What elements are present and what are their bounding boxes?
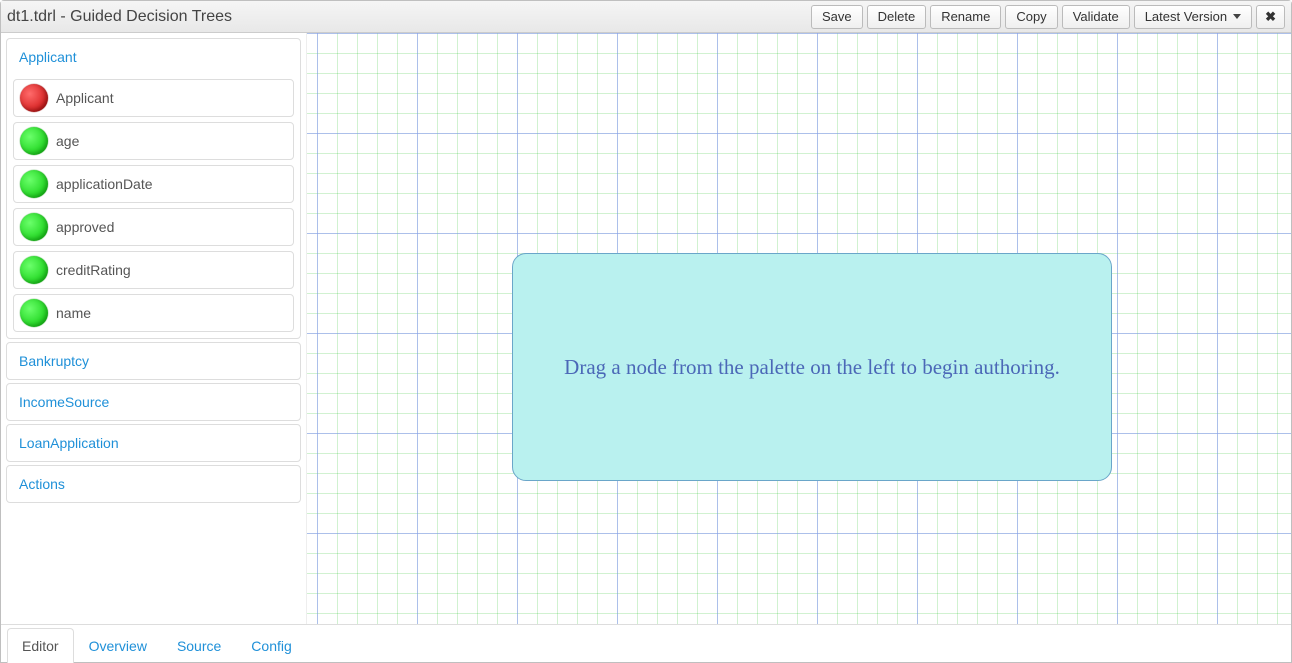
palette-accordion: Applicant Applicant age ap: [6, 38, 301, 503]
editor-window: dt1.tdrl - Guided Decision Trees Save De…: [0, 0, 1292, 663]
canvas-drop-hint-text: Drag a node from the palette on the left…: [564, 355, 1060, 380]
palette-item-label: age: [56, 133, 79, 149]
validate-button[interactable]: Validate: [1062, 5, 1130, 29]
palette-section-applicant: Applicant Applicant age ap: [6, 38, 301, 339]
close-icon: ✖: [1265, 9, 1276, 25]
palette-item-name[interactable]: name: [13, 294, 294, 332]
palette-item-age[interactable]: age: [13, 122, 294, 160]
palette-section-title: LoanApplication: [19, 435, 119, 451]
palette-section-header[interactable]: Actions: [7, 466, 300, 502]
tab-editor[interactable]: Editor: [7, 628, 74, 663]
version-dropdown[interactable]: Latest Version: [1134, 5, 1252, 29]
tab-label: Overview: [89, 638, 147, 654]
palette-item-label: approved: [56, 219, 114, 235]
caret-down-icon: [1233, 14, 1241, 19]
toolbar: Save Delete Rename Copy Validate Latest …: [811, 5, 1285, 29]
delete-button[interactable]: Delete: [867, 5, 927, 29]
field-node-icon: [20, 256, 48, 284]
field-node-icon: [20, 127, 48, 155]
save-button[interactable]: Save: [811, 5, 863, 29]
bottom-tabs: Editor Overview Source Config: [1, 624, 1291, 662]
tab-overview[interactable]: Overview: [74, 628, 162, 663]
palette-item-label: creditRating: [56, 262, 131, 278]
palette-section-title: Applicant: [19, 49, 77, 65]
palette-section-bankruptcy: Bankruptcy: [6, 342, 301, 380]
palette-item-label: applicationDate: [56, 176, 153, 192]
tab-config[interactable]: Config: [236, 628, 306, 663]
field-node-icon: [20, 299, 48, 327]
palette-section-title: Actions: [19, 476, 65, 492]
palette-item-approved[interactable]: approved: [13, 208, 294, 246]
tab-label: Editor: [22, 638, 59, 654]
close-button[interactable]: ✖: [1256, 5, 1285, 29]
palette-section-body: Applicant age applicationDate appro: [7, 75, 300, 338]
palette-item-credit-rating[interactable]: creditRating: [13, 251, 294, 289]
palette-section-title: IncomeSource: [19, 394, 109, 410]
rename-button[interactable]: Rename: [930, 5, 1001, 29]
palette-section-header[interactable]: Bankruptcy: [7, 343, 300, 379]
palette-section-header[interactable]: LoanApplication: [7, 425, 300, 461]
titlebar: dt1.tdrl - Guided Decision Trees Save De…: [1, 1, 1291, 33]
palette-item-label: Applicant: [56, 90, 114, 106]
field-node-icon: [20, 213, 48, 241]
palette-section-title: Bankruptcy: [19, 353, 89, 369]
tab-label: Config: [251, 638, 291, 654]
tab-label: Source: [177, 638, 221, 654]
window-title: dt1.tdrl - Guided Decision Trees: [7, 8, 811, 26]
palette-sidebar: Applicant Applicant age ap: [1, 33, 307, 624]
field-node-icon: [20, 170, 48, 198]
palette-section-actions: Actions: [6, 465, 301, 503]
palette-section-header[interactable]: IncomeSource: [7, 384, 300, 420]
palette-item-application-date[interactable]: applicationDate: [13, 165, 294, 203]
type-node-icon: [20, 84, 48, 112]
palette-item-label: name: [56, 305, 91, 321]
palette-section-loan-application: LoanApplication: [6, 424, 301, 462]
palette-section-header[interactable]: Applicant: [7, 39, 300, 75]
canvas-wrap: Drag a node from the palette on the left…: [307, 33, 1291, 624]
palette-section-income-source: IncomeSource: [6, 383, 301, 421]
content-area: Applicant Applicant age ap: [1, 33, 1291, 624]
canvas-drop-hint: Drag a node from the palette on the left…: [512, 253, 1112, 481]
version-dropdown-label: Latest Version: [1145, 9, 1227, 24]
palette-item-applicant[interactable]: Applicant: [13, 79, 294, 117]
tab-source[interactable]: Source: [162, 628, 236, 663]
copy-button[interactable]: Copy: [1005, 5, 1057, 29]
